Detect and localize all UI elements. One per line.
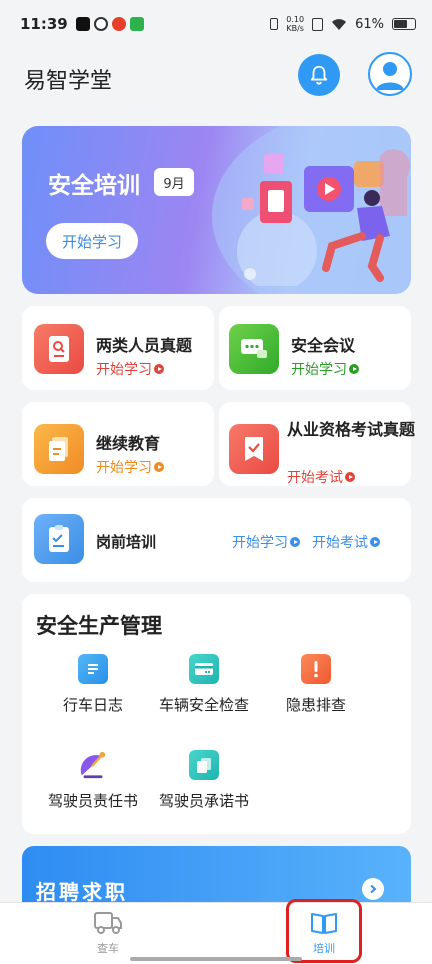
user-icon bbox=[376, 62, 404, 90]
status-bar: 11:39 0.10 KB/s 61% bbox=[0, 0, 432, 48]
education-doc-icon bbox=[34, 424, 84, 474]
pledge-icon bbox=[189, 750, 219, 780]
tool-label: 驾驶员承诺书 bbox=[158, 792, 249, 810]
vibrate-icon bbox=[270, 18, 279, 30]
tab-label: 查车 bbox=[97, 942, 119, 955]
tab-highlight-box bbox=[286, 899, 362, 963]
no-sim-icon bbox=[312, 17, 324, 31]
card-title: 岗前培训 bbox=[96, 533, 157, 551]
bottom-tab-bar: 查车 培训 bbox=[0, 902, 432, 964]
tool-label: 车辆安全检查 bbox=[158, 696, 249, 714]
net-speed: 0.10 KB/s bbox=[286, 15, 305, 33]
responsibility-icon bbox=[78, 750, 108, 780]
weibo-icon bbox=[111, 17, 126, 31]
tool-vehicle-safety-check[interactable]: 车辆安全检查 bbox=[149, 654, 259, 715]
card-safety-meeting[interactable]: 安全会议 开始学习 bbox=[219, 306, 411, 390]
vehicle-check-icon bbox=[189, 654, 219, 684]
tool-label: 行车日志 bbox=[62, 696, 123, 714]
qualification-exam-icon bbox=[229, 424, 279, 474]
play-icon bbox=[349, 364, 359, 374]
play-icon bbox=[290, 537, 300, 547]
meeting-chat-icon bbox=[229, 324, 279, 374]
chevron-right-icon[interactable] bbox=[362, 878, 384, 900]
status-time: 11:39 bbox=[20, 15, 68, 33]
card-two-types-exam[interactable]: 两类人员真题 开始学习 bbox=[22, 306, 214, 390]
pre-job-exam-link[interactable]: 开始考试 bbox=[312, 532, 380, 552]
tiktok-icon bbox=[75, 17, 90, 31]
play-icon bbox=[154, 364, 164, 374]
tool-driver-pledge[interactable]: 驾驶员承诺书 bbox=[149, 750, 259, 811]
card-qualification-exam[interactable]: 从业资格考试真题 开始考试 bbox=[219, 402, 415, 487]
app-notification-icon bbox=[129, 17, 144, 31]
card-action-link[interactable]: 开始学习 bbox=[291, 359, 359, 379]
truck-icon bbox=[94, 912, 122, 934]
card-title: 继续教育 bbox=[96, 434, 161, 453]
checklist-icon bbox=[34, 514, 84, 564]
tool-driver-responsibility[interactable]: 驾驶员责任书 bbox=[38, 750, 148, 811]
card-action-link[interactable]: 开始学习 bbox=[96, 359, 164, 379]
tool-label: 隐患排查 bbox=[285, 696, 346, 714]
card-action-link[interactable]: 开始学习 bbox=[96, 457, 164, 477]
home-indicator bbox=[130, 957, 302, 961]
play-icon bbox=[154, 462, 164, 472]
banner-illustration bbox=[237, 149, 411, 286]
card-title: 两类人员真题 bbox=[96, 336, 193, 355]
tool-label: 驾驶员责任书 bbox=[47, 792, 138, 810]
app-header: 易智学堂 bbox=[0, 48, 432, 112]
hazard-icon bbox=[301, 654, 331, 684]
tool-hazard-check[interactable]: 隐患排查 bbox=[261, 654, 371, 715]
tab-check-vehicle[interactable]: 查车 bbox=[68, 909, 148, 956]
wifi-icon bbox=[332, 18, 347, 30]
play-icon bbox=[370, 537, 380, 547]
recruitment-title: 招聘求职 bbox=[36, 880, 128, 904]
pre-job-study-link[interactable]: 开始学习 bbox=[232, 532, 300, 552]
card-title: 安全会议 bbox=[291, 336, 356, 355]
bell-icon bbox=[310, 65, 328, 85]
banner-title: 安全培训 bbox=[48, 173, 140, 199]
log-icon bbox=[78, 654, 108, 684]
battery-icon bbox=[392, 18, 416, 30]
section-title: 安全生产管理 bbox=[36, 614, 162, 638]
month-badge: 9月 bbox=[154, 168, 194, 196]
card-action-link[interactable]: 开始考试 bbox=[287, 467, 355, 487]
card-title: 从业资格考试真题 bbox=[287, 420, 416, 439]
start-study-button[interactable]: 开始学习 bbox=[46, 223, 138, 259]
play-icon bbox=[345, 472, 355, 482]
training-banner[interactable]: 安全培训 9月 开始学习 bbox=[22, 126, 411, 294]
battery-text: 61% bbox=[355, 16, 384, 32]
tool-driving-log[interactable]: 行车日志 bbox=[38, 654, 148, 715]
card-pre-job-training[interactable]: 岗前培训 开始学习 开始考试 bbox=[22, 498, 411, 582]
status-right: 0.10 KB/s 61% bbox=[270, 15, 416, 33]
notification-icons bbox=[75, 17, 144, 31]
avatar-button[interactable] bbox=[368, 52, 412, 96]
safety-management-section: 安全生产管理 行车日志 车辆安全检查 隐患排查 驾驶员责任书 驾驶员承诺书 bbox=[22, 594, 411, 834]
notification-button[interactable] bbox=[298, 54, 340, 96]
app-notification-icon bbox=[93, 17, 108, 31]
card-continuing-education[interactable]: 继续教育 开始学习 bbox=[22, 402, 214, 486]
app-title: 易智学堂 bbox=[24, 69, 113, 94]
exam-doc-icon bbox=[34, 324, 84, 374]
